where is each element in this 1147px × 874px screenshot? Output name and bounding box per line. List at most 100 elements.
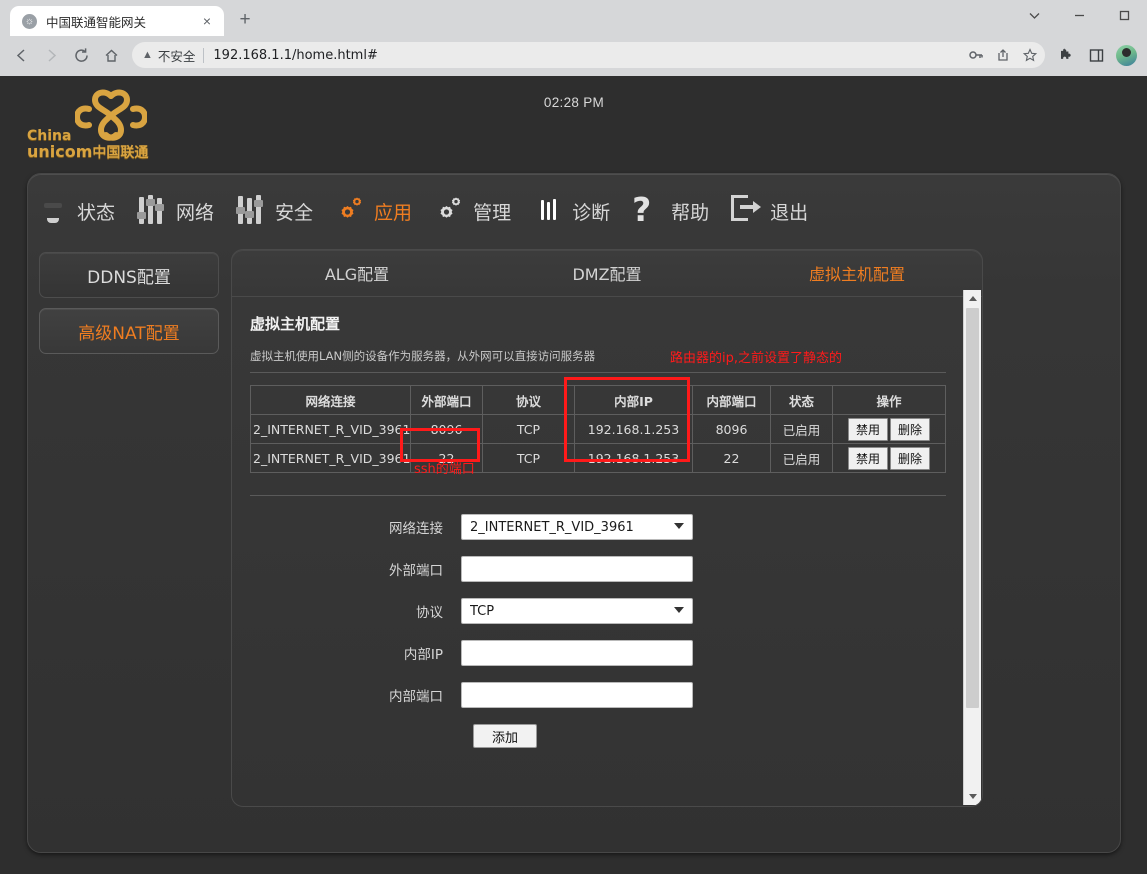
cell-protocol: TCP	[482, 443, 575, 473]
nav-item-diagnostics[interactable]: 诊断	[522, 185, 621, 237]
form-row-protocol: 协议 TCP	[246, 598, 950, 624]
monitor-icon	[38, 195, 70, 227]
annotation-ip-note: 路由器的ip,之前设置了静态的	[670, 351, 842, 366]
key-icon[interactable]	[962, 42, 989, 68]
router-page: China unicom中国联通 02:28 PM 状态 网络 安全 应用 管理…	[9, 77, 1139, 862]
int-port-input[interactable]	[461, 682, 693, 708]
protocol-select-wrap: TCP	[461, 598, 693, 624]
new-tab-button[interactable]: +	[231, 6, 259, 34]
tab-bar: ALG配置 DMZ配置 虚拟主机配置	[232, 250, 982, 297]
back-icon[interactable]	[6, 40, 36, 70]
chevron-down-icon[interactable]	[1012, 0, 1057, 30]
nav-item-security[interactable]: 安全	[225, 185, 324, 237]
tab-alg[interactable]: ALG配置	[232, 261, 482, 285]
connection-select-wrap: 2_INTERNET_R_VID_3961	[461, 514, 693, 540]
url-text: 192.168.1.1/home.html#	[213, 47, 378, 63]
connection-select[interactable]: 2_INTERNET_R_VID_3961	[461, 514, 693, 540]
sidebar-item-label: DDNS配置	[87, 267, 171, 288]
home-icon[interactable]	[96, 40, 126, 70]
panel-body: 虚拟主机配置 虚拟主机使用LAN侧的设备作为服务器，从外网可以直接访问服务器 路…	[232, 297, 964, 806]
int-ip-input[interactable]	[461, 640, 693, 666]
toolbar-right	[1051, 40, 1141, 70]
share-icon[interactable]	[989, 42, 1016, 68]
profile-avatar[interactable]	[1111, 40, 1141, 70]
cell-status: 已启用	[770, 414, 833, 444]
cell-actions: 禁用 删除	[832, 443, 946, 473]
content-panel: ALG配置 DMZ配置 虚拟主机配置 虚拟主机配置 虚拟主机使用LAN侧的设备作…	[231, 249, 983, 807]
minimize-icon[interactable]	[1057, 0, 1102, 30]
nav-label: 帮助	[671, 201, 710, 224]
nav-label: 管理	[473, 201, 512, 224]
nav-label: 诊断	[572, 201, 611, 224]
diagnostics-icon	[533, 195, 565, 227]
scrollbar-thumb[interactable]	[966, 308, 979, 708]
tab-dmz[interactable]: DMZ配置	[482, 261, 732, 285]
col-status: 状态	[770, 385, 833, 415]
add-button[interactable]: 添加	[473, 724, 537, 748]
sidebar-item-advanced-nat[interactable]: 高级NAT配置	[39, 308, 219, 354]
tab-title: 中国联通智能网关	[46, 15, 147, 30]
nav-label: 状态	[77, 201, 116, 224]
maximize-icon[interactable]	[1102, 0, 1147, 30]
nav-item-logout[interactable]: 退出	[720, 185, 819, 237]
content-scrollbar[interactable]	[963, 290, 981, 805]
security-label: 不安全	[157, 49, 196, 64]
bookmark-star-icon[interactable]	[1016, 42, 1043, 68]
ext-port-input-wrap	[461, 556, 693, 582]
nav-item-management[interactable]: 管理	[423, 185, 522, 237]
sliders-icon	[236, 195, 268, 227]
gears-icon	[434, 195, 466, 227]
table-row: 2_INTERNET_R_VID_3961 22 TCP 192.168.1.2…	[250, 443, 946, 473]
page-viewport: China unicom中国联通 02:28 PM 状态 网络 安全 应用 管理…	[0, 76, 1147, 874]
sidebar-item-label: 高级NAT配置	[78, 323, 180, 344]
side-panel-icon[interactable]	[1081, 40, 1111, 70]
globe-icon: ☼	[22, 13, 37, 29]
col-int-port: 内部端口	[692, 385, 771, 415]
disable-button[interactable]: 禁用	[847, 446, 888, 470]
warning-triangle-icon: ▲	[142, 49, 153, 61]
field-label: 网络连接	[389, 521, 443, 537]
tab-virtual-host[interactable]: 虚拟主机配置	[732, 261, 982, 285]
field-label: 内部端口	[389, 689, 443, 705]
disable-button[interactable]: 禁用	[847, 417, 888, 441]
table-header-row: 网络连接 外部端口 协议 内部IP 内部端口 状态 操作	[250, 385, 946, 415]
close-icon[interactable]: ×	[198, 13, 216, 29]
forward-icon[interactable]	[36, 40, 66, 70]
nav-item-application[interactable]: 应用	[324, 185, 423, 237]
address-bar[interactable]: ▲ 不安全 192.168.1.1/home.html#	[132, 42, 1045, 68]
field-label: 外部端口	[389, 563, 443, 579]
cell-int-port: 8096	[692, 414, 771, 444]
nav-label: 退出	[770, 201, 809, 224]
section-description: 虚拟主机使用LAN侧的设备作为服务器，从外网可以直接访问服务器	[250, 349, 596, 363]
logo-text: China unicom中国联通	[27, 129, 148, 160]
reload-icon[interactable]	[66, 40, 96, 70]
nav-item-help[interactable]: ? 帮助	[621, 185, 720, 237]
cell-protocol: TCP	[482, 414, 575, 444]
logo-line2: unicom中国联通	[27, 141, 149, 161]
divider	[250, 495, 946, 496]
col-actions: 操作	[832, 385, 946, 415]
annotation-port-note: ssh的端口	[414, 462, 475, 477]
browser-tab[interactable]: ☼ 中国联通智能网关 ×	[10, 6, 224, 36]
nav-item-network[interactable]: 网络	[126, 185, 225, 237]
scroll-up-arrow-icon[interactable]	[964, 290, 981, 307]
table-row: 2_INTERNET_R_VID_3961 8096 TCP 192.168.1…	[250, 414, 946, 444]
int-ip-input-wrap	[461, 640, 693, 666]
sliders-icon	[137, 195, 169, 227]
ext-port-input[interactable]	[461, 556, 693, 582]
field-label: 内部IP	[403, 647, 443, 663]
cell-int-ip: 192.168.1.253	[574, 443, 693, 473]
delete-button[interactable]: 删除	[890, 446, 931, 470]
nav-label: 应用	[374, 201, 413, 224]
extensions-puzzle-icon[interactable]	[1051, 40, 1081, 70]
sidebar-item-ddns[interactable]: DDNS配置	[39, 252, 219, 298]
protocol-select[interactable]: TCP	[461, 598, 693, 624]
scroll-down-arrow-icon[interactable]	[964, 788, 981, 805]
form-row-connection: 网络连接 2_INTERNET_R_VID_3961	[246, 514, 950, 540]
page-title: 虚拟主机配置	[250, 315, 341, 333]
divider	[203, 47, 205, 63]
delete-button[interactable]: 删除	[890, 417, 931, 441]
nav-item-status[interactable]: 状态	[27, 185, 126, 237]
col-connection: 网络连接	[250, 385, 411, 415]
browser-toolbar: ▲ 不安全 192.168.1.1/home.html#	[0, 36, 1147, 74]
